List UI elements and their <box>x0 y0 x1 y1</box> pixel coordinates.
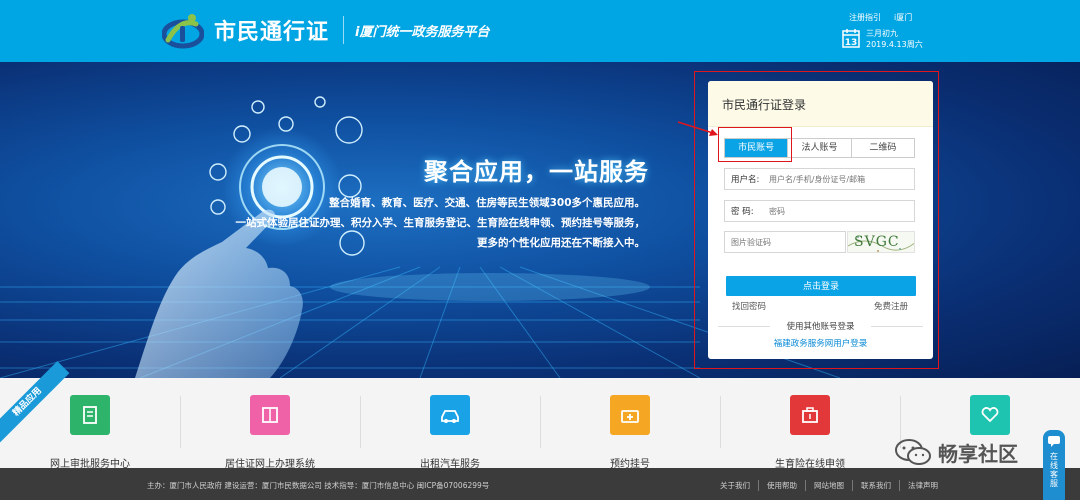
logo-icon <box>162 14 204 49</box>
document-icon <box>83 406 97 424</box>
online-service-button[interactable]: 在线客服 <box>1043 430 1065 500</box>
wechat-icon <box>895 439 931 465</box>
login-title: 市民通行证登录 <box>722 98 807 112</box>
service-icon <box>970 395 1010 435</box>
solar-date: 2019.4.13周六 <box>866 40 923 49</box>
footer-info: 主办：厦门市人民政府 建设运营：厦门市民数据公司 技术指导：厦门市信息中心 闽I… <box>147 481 490 490</box>
footer-links: 关于我们 使用帮助 网站地图 联系我们 法律声明 <box>720 480 946 491</box>
hero-line-2: 一站式体验居住证办理、积分入学、生育服务登记、生育险在线申领、预约挂号等服务， <box>235 217 646 229</box>
service-online-approval[interactable]: 网上审批服务中心 <box>0 395 180 470</box>
username-input[interactable] <box>769 174 914 184</box>
captcha-field <box>724 231 846 253</box>
service-maternity-insurance[interactable]: 生育险在线申领 <box>720 395 900 470</box>
password-field: 密 码: <box>724 200 915 222</box>
footer-link-about[interactable]: 关于我们 <box>720 480 758 491</box>
watermark: 畅享社区 <box>894 437 1018 467</box>
hero-line-1: 整合婚育、教育、医疗、交通、住房等民生领域300多个惠民应用。 <box>329 197 645 209</box>
register-link[interactable]: 免费注册 <box>874 300 908 312</box>
annotation-arrow-icon <box>677 121 718 136</box>
fujian-login-link[interactable]: 福建政务服务网用户登录 <box>708 337 933 349</box>
platform-subtitle: i厦门统一政务服务平台 <box>355 25 490 40</box>
service-icon <box>430 395 470 435</box>
service-taxi[interactable]: 出租汽车服务 <box>360 395 540 470</box>
service-icon <box>70 395 110 435</box>
password-input[interactable] <box>769 206 914 216</box>
ixiamen-link[interactable]: i厦门 <box>894 12 912 23</box>
footer-link-contact[interactable]: 联系我们 <box>852 480 899 491</box>
tab-corporate-account[interactable]: 法人账号 <box>787 139 850 157</box>
forgot-password-link[interactable]: 找回密码 <box>732 300 766 312</box>
service-icon <box>250 395 290 435</box>
footer-link-legal[interactable]: 法律声明 <box>899 480 946 491</box>
lunar-date: 三月初九 <box>866 29 898 38</box>
captcha-input[interactable] <box>731 237 845 247</box>
hero-line-3: 更多的个性化应用还在不断接入中。 <box>477 237 645 249</box>
calendar-icon: 13 <box>842 29 860 48</box>
watermark-text: 畅享社区 <box>938 441 1018 466</box>
other-login-label: 使用其他账号登录 <box>708 320 933 332</box>
tab-qrcode[interactable]: 二维码 <box>850 139 914 157</box>
header-divider <box>343 16 344 44</box>
footer-link-sitemap[interactable]: 网站地图 <box>805 480 852 491</box>
book-icon <box>262 407 278 423</box>
service-icon <box>610 395 650 435</box>
login-button[interactable]: 点击登录 <box>726 276 916 296</box>
password-label: 密 码: <box>731 207 754 217</box>
online-service-label: 在线客服 <box>1050 452 1058 488</box>
calendar-day: 13 <box>845 38 858 48</box>
service-appointment[interactable]: 预约挂号 <box>540 395 720 470</box>
service-icon <box>790 395 830 435</box>
car-icon <box>441 410 459 423</box>
register-guide-link[interactable]: 注册指引 <box>849 12 881 23</box>
site-footer: 主办：厦门市人民政府 建设运营：厦门市民数据公司 技术指导：厦门市信息中心 闽I… <box>0 468 1080 500</box>
site-header: 市民通行证 i厦门统一政务服务平台 注册指引 i厦门 13 三月初九 2019.… <box>0 0 1080 62</box>
briefcase-icon <box>802 407 818 423</box>
hero-title: 聚合应用，一站服务 <box>424 158 649 186</box>
service-residence-permit[interactable]: 居住证网上办理系统 <box>180 395 360 470</box>
footer-link-help[interactable]: 使用帮助 <box>758 480 805 491</box>
logo-title[interactable]: 市民通行证 <box>214 14 329 46</box>
username-label: 用户名: <box>731 175 760 185</box>
captcha-text: SVGC <box>854 234 900 250</box>
username-field: 用户名: <box>724 168 915 190</box>
medical-kit-icon <box>621 410 639 423</box>
captcha-image[interactable]: SVGC <box>847 231 915 253</box>
annotation-box-tab <box>718 127 792 162</box>
login-panel: 市民通行证登录 市民账号 法人账号 二维码 用户名: 密 码: SVGC 点击登… <box>708 81 933 359</box>
heart-icon <box>981 407 999 423</box>
chat-bubble-icon <box>1048 436 1060 447</box>
